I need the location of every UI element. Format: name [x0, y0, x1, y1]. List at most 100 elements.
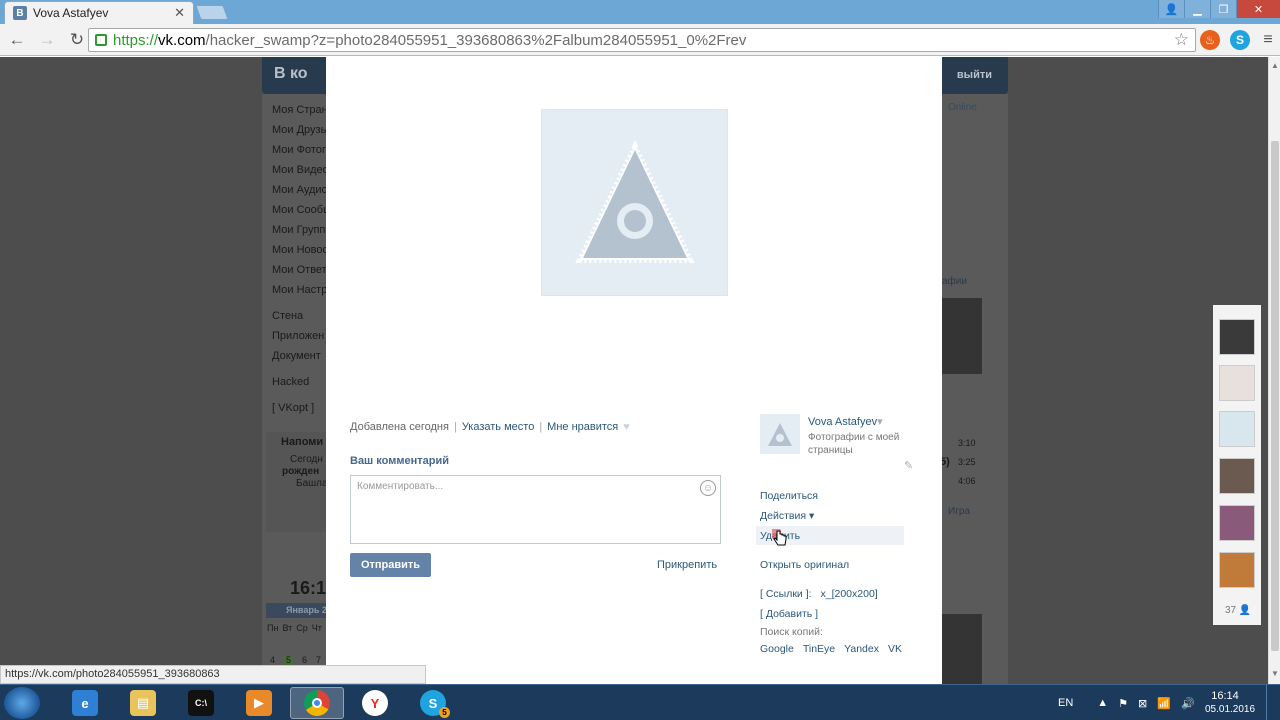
page-scrollbar[interactable]: ▲ ▼ [1268, 57, 1280, 684]
flag-icon[interactable]: ⚑ [1118, 697, 1128, 710]
sidebar-item[interactable]: Мои Настро [272, 284, 333, 296]
minimize-button[interactable]: ▁ [1184, 0, 1210, 18]
new-tab-button[interactable] [195, 5, 229, 20]
volume-icon[interactable]: 🔊 [1181, 697, 1195, 710]
friend-avatar[interactable] [1219, 505, 1255, 541]
taskbar-explorer[interactable]: ▤ [116, 687, 170, 719]
add-link[interactable]: [ Добавить ] [760, 608, 818, 620]
address-bar[interactable]: https://vk.com/hacker_swamp?z=photo28405… [88, 28, 1196, 52]
sidebar-item[interactable]: Моя Стран [272, 104, 328, 116]
right-photo-thumb[interactable] [940, 614, 982, 684]
friends-count[interactable]: 37 👤 [1225, 605, 1251, 616]
hand-cursor-icon [772, 529, 787, 546]
sidebar-item[interactable]: Мои Видео [272, 164, 329, 176]
set-place-link[interactable]: Указать место [462, 421, 535, 433]
extension-skype-icon[interactable]: S [1230, 30, 1250, 50]
system-clock[interactable]: 16:14 05.01.2016 [1205, 689, 1256, 717]
taskbar-chrome[interactable] [290, 687, 344, 719]
open-original-link[interactable]: Открыть оригинал [760, 559, 849, 571]
forward-button[interactable]: → [36, 29, 58, 51]
friend-avatar[interactable] [1219, 458, 1255, 494]
sidebar-item[interactable]: Мои Ответ [272, 264, 327, 276]
sidebar-item[interactable]: Документ [272, 350, 321, 362]
send-button[interactable]: Отправить [350, 553, 431, 577]
photo-placeholder[interactable] [541, 109, 728, 296]
skype-badge: 5 [439, 707, 450, 718]
vk-logo[interactable]: В ко [274, 65, 308, 83]
share-link[interactable]: Поделиться [760, 490, 818, 502]
extension-fire-icon[interactable]: ♨ [1200, 30, 1220, 50]
clock-date: 05.01.2016 [1205, 704, 1256, 715]
tray-expand-icon[interactable]: ▲ [1097, 697, 1108, 709]
author-avatar[interactable] [760, 414, 800, 454]
sidebar-item[interactable]: Мои Сообщ [272, 204, 332, 216]
taskbar-yandex[interactable]: Y [348, 687, 402, 719]
tab-close-icon[interactable]: ✕ [174, 5, 185, 21]
attach-link[interactable]: Прикрепить [657, 559, 717, 571]
browser-tab[interactable]: В Vova Astafyev ✕ [4, 1, 194, 24]
chrome-menu-icon[interactable]: ≡ [1258, 30, 1278, 50]
scrollbar-thumb[interactable] [1271, 141, 1279, 651]
calendar-row: 4567 [270, 655, 322, 665]
bookmark-star-icon[interactable]: ☆ [1174, 30, 1189, 50]
terminal-icon: C:\ [188, 690, 214, 716]
user-profile-icon[interactable]: 👤 [1158, 0, 1184, 18]
back-button[interactable]: ← [6, 29, 28, 51]
link-status-bar: https://vk.com/photo284055951_393680863 [0, 665, 426, 684]
comment-input[interactable]: Комментировать... ☺ [350, 475, 721, 544]
sidebar-item[interactable]: Мои Аудио [272, 184, 328, 196]
sidebar-item[interactable]: Мои Новос [272, 244, 328, 256]
close-window-button[interactable]: ✕ [1236, 0, 1280, 18]
user-icon: 👤 [1238, 605, 1252, 616]
sidebar-item[interactable]: Мои Групп [272, 224, 325, 236]
friend-avatar[interactable] [1219, 552, 1255, 588]
url-text: https://vk.com/hacker_swamp?z=photo28405… [113, 31, 747, 49]
taskbar-skype[interactable]: S5 [406, 687, 460, 719]
start-button[interactable] [4, 687, 40, 719]
links-size[interactable]: x_[200x200] [820, 588, 877, 600]
media-player-icon: ▶ [246, 690, 272, 716]
google-link[interactable]: Google [760, 643, 794, 655]
language-indicator[interactable]: EN [1058, 697, 1073, 709]
sidebar-item[interactable]: Стена [272, 310, 303, 322]
sidebar-item[interactable]: [ VKopt ] [272, 402, 314, 414]
sidebar-item[interactable]: Hacked [272, 376, 309, 388]
right-photo-thumb[interactable] [940, 298, 982, 374]
show-desktop-button[interactable] [1266, 685, 1280, 720]
chrome-icon [304, 690, 330, 716]
friend-avatar[interactable] [1219, 365, 1255, 401]
vk-link[interactable]: VK [888, 643, 902, 655]
album-name[interactable]: Фотографии с моей страницы [808, 431, 908, 457]
window-controls: 👤 ▁ ❐ ✕ [1158, 0, 1280, 18]
chevron-down-icon: ▾ [877, 416, 883, 428]
author-name-link[interactable]: Vova Astafyev▾ [808, 415, 883, 428]
scroll-down-icon[interactable]: ▼ [1271, 669, 1279, 678]
links-label[interactable]: [ Ссылки ]: [760, 588, 812, 600]
right-label: афии [942, 276, 967, 287]
reminder-title: Напоми [281, 436, 324, 448]
friend-avatar[interactable] [1219, 411, 1255, 447]
network-signal-icon[interactable]: 📶 [1157, 697, 1171, 710]
reload-button[interactable]: ↻ [66, 29, 88, 51]
actions-dropdown[interactable]: Действия ▾ [760, 510, 814, 522]
logout-link[interactable]: выйти [957, 69, 992, 81]
yandex-link[interactable]: Yandex [844, 643, 879, 655]
heart-icon[interactable]: ♥ [623, 421, 630, 433]
friend-avatar[interactable] [1219, 319, 1255, 355]
taskbar-cmd[interactable]: C:\ [174, 687, 228, 719]
emoji-icon[interactable]: ☺ [700, 480, 716, 496]
restore-button[interactable]: ❐ [1210, 0, 1236, 18]
folder-icon: ▤ [130, 690, 156, 716]
sidebar-item[interactable]: Приложен [272, 330, 324, 342]
taskbar-ie[interactable]: e [58, 687, 112, 719]
sidebar-item[interactable]: Мои Друзь [272, 124, 326, 136]
scroll-up-icon[interactable]: ▲ [1271, 61, 1279, 70]
taskbar-media[interactable]: ▶ [232, 687, 286, 719]
tineye-link[interactable]: TinEye [803, 643, 835, 655]
comment-placeholder: Комментировать... [357, 481, 444, 492]
tray-app-icon[interactable]: ⊠ [1138, 697, 1147, 710]
links-row: [ Ссылки ]: x_[200x200] [760, 588, 878, 600]
sidebar-item[interactable]: Мои Фотог [272, 144, 326, 156]
like-link[interactable]: Мне нравится [547, 421, 618, 433]
edit-pencil-icon[interactable]: ✎ [904, 459, 913, 472]
